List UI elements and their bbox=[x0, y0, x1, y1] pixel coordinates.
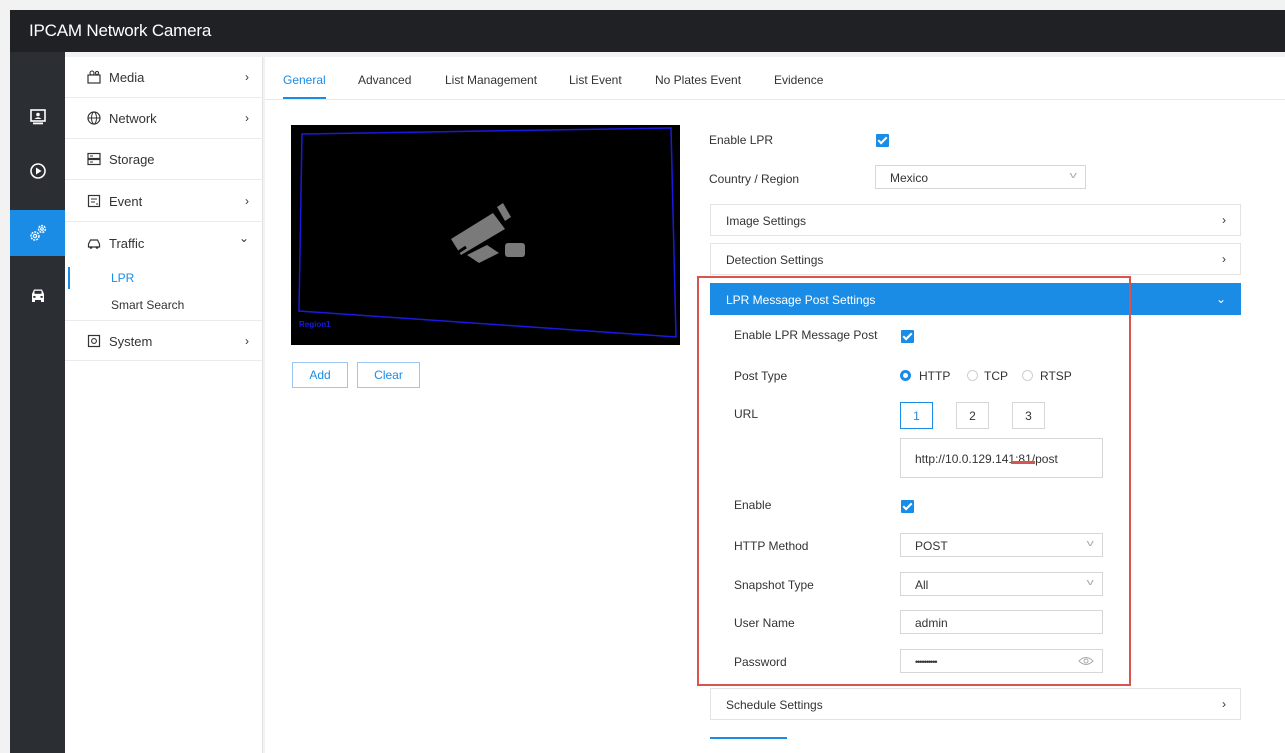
camera-offline-icon bbox=[450, 203, 525, 263]
menu-item-traffic-label: Traffic bbox=[109, 236, 145, 251]
tab-evidence[interactable]: Evidence bbox=[774, 73, 823, 87]
enable-lpr-checkbox[interactable] bbox=[876, 134, 889, 147]
playback-icon bbox=[29, 163, 46, 179]
active-tab-underline bbox=[283, 97, 326, 99]
chevron-right-icon: › bbox=[245, 111, 249, 125]
detection-settings-title: Detection Settings bbox=[726, 253, 824, 267]
add-button[interactable]: Add bbox=[292, 362, 348, 388]
rail-vehicle[interactable] bbox=[10, 272, 65, 318]
icon-rail bbox=[10, 52, 65, 753]
country-region-value: Mexico bbox=[890, 171, 929, 185]
tab-list-management[interactable]: List Management bbox=[445, 73, 537, 87]
submenu-item-smart-search[interactable]: Smart Search bbox=[65, 294, 263, 316]
menu-item-network-label: Network bbox=[109, 111, 157, 126]
car-icon bbox=[87, 239, 101, 249]
schedule-settings-panel[interactable]: Schedule Settings › bbox=[710, 688, 1241, 720]
settings-menu: Media › Network › Storage Event › Traffi… bbox=[65, 57, 263, 753]
clear-button[interactable]: Clear bbox=[357, 362, 420, 388]
chevron-right-icon: › bbox=[1222, 213, 1226, 227]
chevron-right-icon: › bbox=[1222, 697, 1226, 711]
submenu-item-smart-search-label: Smart Search bbox=[111, 298, 185, 312]
menu-item-storage-label: Storage bbox=[109, 152, 155, 167]
app-header: IPCAM Network Camera bbox=[10, 10, 1285, 52]
menu-item-storage[interactable]: Storage bbox=[65, 139, 263, 180]
rail-monitor[interactable] bbox=[10, 94, 65, 140]
rail-playback[interactable] bbox=[10, 148, 65, 194]
menu-item-event-label: Event bbox=[109, 194, 143, 209]
menu-item-network[interactable]: Network › bbox=[65, 98, 263, 139]
active-indicator bbox=[68, 267, 70, 289]
tab-bar: General Advanced List Management List Ev… bbox=[265, 57, 1285, 100]
save-button-edge[interactable] bbox=[710, 737, 787, 739]
chevron-down-icon: ⌄ bbox=[238, 231, 249, 245]
submenu-item-lpr[interactable]: LPR bbox=[65, 267, 263, 289]
menu-item-media[interactable]: Media › bbox=[65, 57, 263, 98]
tab-list-event[interactable]: List Event bbox=[569, 73, 622, 87]
enable-lpr-label: Enable LPR bbox=[709, 133, 774, 147]
menu-item-system[interactable]: System › bbox=[65, 320, 263, 361]
video-preview[interactable]: Region1 bbox=[291, 125, 680, 345]
chevron-right-icon: › bbox=[245, 194, 249, 208]
menu-item-system-label: System bbox=[109, 334, 153, 349]
menu-item-traffic[interactable]: Traffic ⌄ bbox=[65, 223, 263, 264]
country-region-label: Country / Region bbox=[709, 172, 800, 186]
chevron-down-icon: ⌄ bbox=[1215, 292, 1226, 306]
globe-icon bbox=[87, 111, 101, 125]
settings-gears-icon bbox=[29, 224, 46, 241]
rail-settings[interactable] bbox=[10, 210, 65, 256]
menu-item-event[interactable]: Event › bbox=[65, 181, 263, 222]
event-icon bbox=[87, 194, 101, 208]
menu-item-media-label: Media bbox=[109, 70, 145, 85]
storage-icon bbox=[87, 152, 101, 166]
chevron-right-icon: › bbox=[1222, 252, 1226, 266]
submenu-item-lpr-label: LPR bbox=[111, 271, 135, 285]
detection-settings-panel[interactable]: Detection Settings › bbox=[710, 243, 1241, 275]
app-title: IPCAM Network Camera bbox=[29, 21, 212, 40]
chevron-right-icon: › bbox=[245, 70, 249, 84]
vehicle-icon bbox=[31, 289, 44, 302]
monitor-icon bbox=[29, 109, 46, 125]
region-overlay bbox=[298, 127, 677, 338]
tab-advanced[interactable]: Advanced bbox=[358, 73, 411, 87]
country-region-select[interactable]: Mexico v bbox=[875, 165, 1086, 189]
tab-general[interactable]: General bbox=[283, 73, 326, 87]
schedule-settings-title: Schedule Settings bbox=[726, 698, 823, 712]
system-icon bbox=[87, 334, 101, 348]
chevron-right-icon: › bbox=[245, 334, 249, 348]
image-settings-panel[interactable]: Image Settings › bbox=[710, 204, 1241, 236]
tab-no-plates-event[interactable]: No Plates Event bbox=[655, 73, 741, 87]
chevron-down-icon: v bbox=[1069, 170, 1077, 180]
image-settings-title: Image Settings bbox=[726, 214, 807, 228]
camera-media-icon bbox=[87, 70, 101, 84]
highlight-annotation-box bbox=[697, 276, 1131, 686]
region-label: Region1 bbox=[299, 320, 331, 329]
